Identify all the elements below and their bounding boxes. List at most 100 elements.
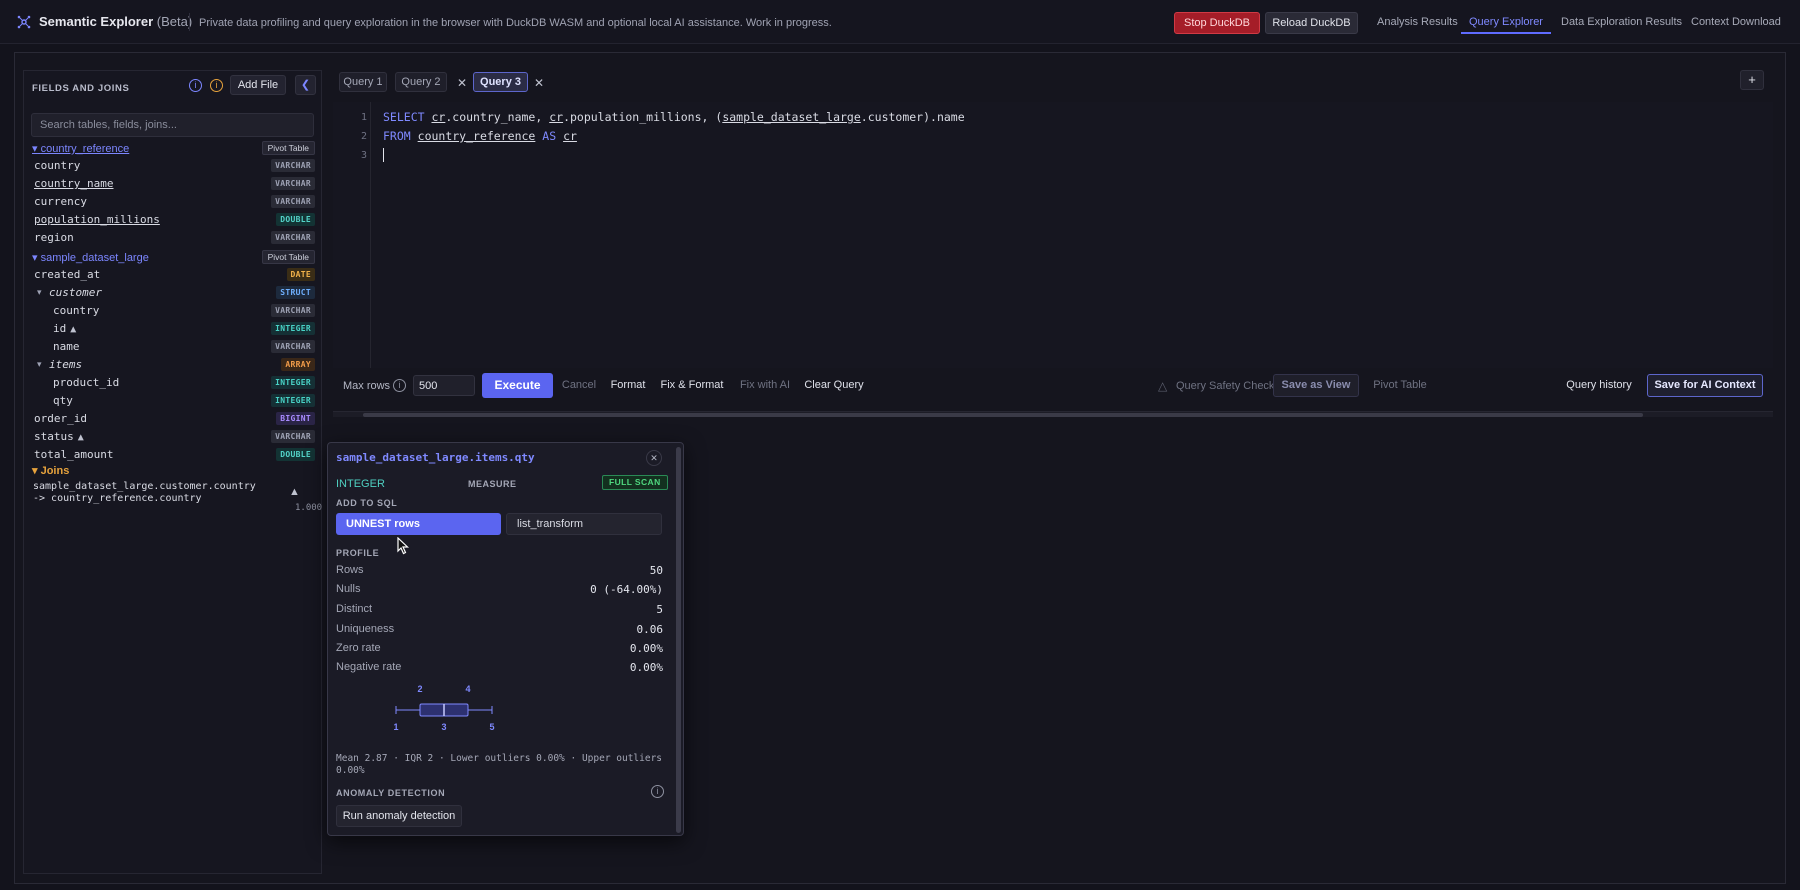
stop-duckdb-button[interactable]: Stop DuckDB: [1174, 12, 1260, 34]
list-transform-button[interactable]: list_transform: [506, 513, 662, 535]
save-for-ai-context-button[interactable]: Save for AI Context: [1647, 374, 1763, 397]
line-number: 3: [360, 150, 367, 161]
field-row[interactable]: status ▲ VARCHAR: [24, 428, 321, 446]
profile-row: Negative rate 0.00%: [336, 661, 663, 674]
type-badge: INTEGER: [271, 322, 315, 335]
info-icon[interactable]: i: [393, 379, 406, 392]
table-name[interactable]: ▾ country_reference: [32, 142, 129, 155]
field-row[interactable]: created_at DATE: [24, 266, 321, 284]
field-profile-popover: sample_dataset_large.items.qty ✕ INTEGER…: [327, 442, 684, 836]
app-title: Semantic Explorer (Beta): [39, 14, 193, 29]
field-row[interactable]: country_name VARCHAR: [24, 175, 321, 193]
clear-query-button[interactable]: Clear Query: [799, 373, 869, 398]
field-row[interactable]: country VARCHAR: [24, 302, 321, 320]
field-row[interactable]: qty INTEGER: [24, 392, 321, 410]
tab-query-3[interactable]: Query 3: [473, 72, 528, 92]
save-as-view-button[interactable]: Save as View: [1273, 374, 1359, 397]
collapse-sidebar-button[interactable]: ❮: [295, 75, 316, 95]
type-badge: VARCHAR: [271, 304, 315, 317]
unnest-rows-button[interactable]: UNNEST rows: [336, 513, 501, 535]
run-anomaly-detection-button[interactable]: Run anomaly detection: [336, 805, 462, 827]
field-name: status ▲: [34, 430, 84, 443]
chevron-left-icon: ❮: [300, 79, 311, 91]
max-rows-label: Max rows: [343, 380, 391, 392]
field-row[interactable]: name VARCHAR: [24, 338, 321, 356]
code-line-1[interactable]: SELECT cr.country_name, cr.population_mi…: [383, 110, 965, 124]
fix-with-ai-button[interactable]: Fix with AI: [733, 373, 797, 398]
pivot-table-button[interactable]: Pivot Table: [1369, 373, 1431, 398]
chevron-down-icon: ▾: [32, 465, 38, 477]
tab-query-2[interactable]: Query 2: [395, 72, 447, 92]
field-row[interactable]: population_millions DOUBLE: [24, 211, 321, 229]
execute-button[interactable]: Execute: [482, 373, 553, 398]
field-row[interactable]: region VARCHAR: [24, 229, 321, 247]
chevron-down-icon: ▾: [32, 252, 38, 264]
field-row[interactable]: total_amount DOUBLE: [24, 446, 321, 464]
popover-scrollbar[interactable]: [676, 447, 681, 833]
join-item[interactable]: sample_dataset_large.customer.country ->…: [33, 481, 263, 505]
tab-query-1[interactable]: Query 1: [339, 72, 387, 92]
field-row[interactable]: product_id INTEGER: [24, 374, 321, 392]
format-button[interactable]: Format: [605, 373, 651, 398]
sql-editor[interactable]: 1 2 3 SELECT cr.country_name, cr.populat…: [333, 102, 1773, 368]
type-badge: VARCHAR: [271, 177, 315, 190]
fix-format-button[interactable]: Fix & Format: [653, 373, 731, 398]
pivot-table-badge[interactable]: Pivot Table: [261, 250, 315, 264]
max-rows-input[interactable]: [413, 375, 475, 396]
query-safety-check[interactable]: Query Safety Check: [1176, 380, 1274, 392]
code-line-2[interactable]: FROM country_reference AS cr: [383, 129, 577, 143]
type-badge: INTEGER: [271, 376, 315, 389]
reload-duckdb-button[interactable]: Reload DuckDB: [1265, 12, 1358, 34]
text-caret: [383, 148, 384, 162]
table-row-country-reference[interactable]: ▾ country_reference Pivot Table: [24, 140, 321, 158]
info-icon[interactable]: i: [651, 785, 664, 798]
close-tab-icon[interactable]: ✕: [457, 76, 467, 90]
table-name[interactable]: ▾ sample_dataset_large: [32, 251, 149, 264]
field-name: country_name: [34, 177, 114, 190]
info-icon[interactable]: i: [189, 79, 202, 92]
nav-context-download[interactable]: Context Download: [1691, 16, 1781, 28]
warning-info-icon[interactable]: i: [210, 79, 223, 92]
table-row-sample-dataset-large[interactable]: ▾ sample_dataset_large Pivot Table: [24, 249, 321, 267]
beta-label: (Beta): [156, 14, 193, 29]
type-badge: VARCHAR: [271, 430, 315, 443]
close-icon[interactable]: ✕: [646, 450, 662, 466]
sidebar-search-input[interactable]: [31, 113, 314, 137]
new-query-button[interactable]: +: [1740, 70, 1764, 90]
nav-query-explorer[interactable]: Query Explorer: [1469, 16, 1543, 28]
type-badge: DOUBLE: [276, 448, 315, 461]
field-row-array[interactable]: ▾ items ARRAY: [24, 356, 321, 374]
add-file-button[interactable]: Add File: [230, 75, 286, 95]
type-badge: VARCHAR: [271, 231, 315, 244]
field-row[interactable]: id ▲ INTEGER: [24, 320, 321, 338]
joins-heading[interactable]: ▾ Joins: [32, 464, 69, 477]
pivot-table-badge[interactable]: Pivot Table: [261, 141, 315, 155]
profile-row: Rows 50: [336, 564, 663, 577]
nav-analysis-results[interactable]: Analysis Results: [1377, 16, 1458, 28]
field-name: population_millions: [34, 213, 160, 226]
type-badge: DATE: [286, 268, 315, 281]
field-row-struct[interactable]: ▾ customer STRUCT: [24, 284, 321, 302]
chevron-down-icon: ▾: [37, 287, 42, 297]
anomaly-detection-heading: ANOMALY DETECTION: [336, 788, 446, 798]
field-row[interactable]: order_id BIGINT: [24, 410, 321, 428]
field-name: product_id: [53, 376, 120, 389]
type-badge: ARRAY: [281, 358, 315, 371]
sidebar-heading: FIELDS AND JOINS: [32, 83, 130, 94]
field-row[interactable]: currency VARCHAR: [24, 193, 321, 211]
active-nav-indicator: [1461, 32, 1551, 34]
horizontal-scrollbar[interactable]: [333, 411, 1773, 417]
q1-label: 2: [417, 684, 422, 694]
field-name: total_amount: [34, 448, 114, 461]
query-history-button[interactable]: Query history: [1560, 373, 1638, 398]
type-badge: VARCHAR: [271, 159, 315, 172]
warning-triangle-icon: △: [1158, 379, 1168, 393]
scrollbar-thumb[interactable]: [363, 413, 1643, 417]
field-name: customer: [49, 286, 102, 299]
nav-data-exploration-results[interactable]: Data Exploration Results: [1561, 16, 1682, 28]
field-row[interactable]: country VARCHAR: [24, 157, 321, 175]
field-name: order_id: [34, 412, 87, 425]
cancel-button[interactable]: Cancel: [555, 373, 603, 398]
query-toolbar: Max rows i Execute Cancel Format Fix & F…: [333, 370, 1773, 402]
close-tab-icon[interactable]: ✕: [534, 76, 544, 90]
